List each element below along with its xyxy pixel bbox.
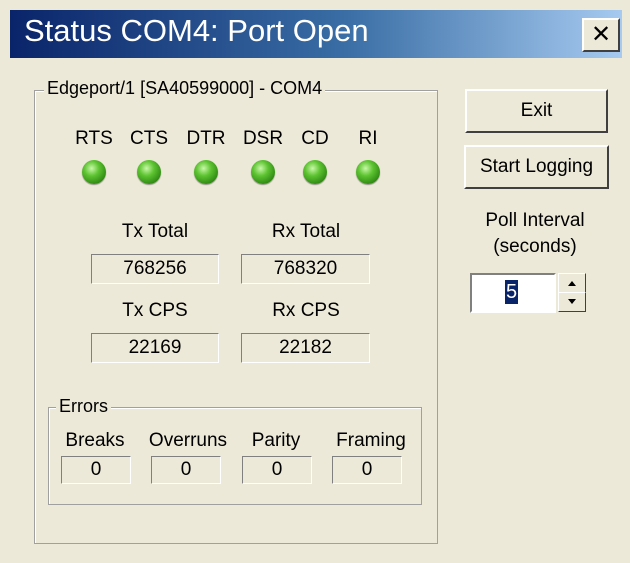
rx-cps-value: 22182 bbox=[241, 333, 370, 363]
title-bar[interactable]: Status COM4: Port Open ✕ bbox=[10, 10, 622, 58]
dsr-led-icon bbox=[251, 160, 275, 184]
dialog-content: Edgeport/1 [SA40599000] - COM4 RTS CTS D… bbox=[10, 58, 622, 563]
ri-led-icon bbox=[356, 160, 380, 184]
close-icon: ✕ bbox=[590, 21, 612, 48]
errors-group-legend: Errors bbox=[56, 396, 111, 417]
poll-interval-unit-label: (seconds) bbox=[493, 236, 577, 257]
signal-label-dtr: DTR bbox=[186, 128, 226, 149]
signal-label-rts: RTS bbox=[75, 128, 113, 149]
port-group-legend: Edgeport/1 [SA40599000] - COM4 bbox=[44, 78, 326, 99]
parity-label: Parity bbox=[251, 430, 301, 451]
framing-value: 0 bbox=[332, 456, 402, 484]
window-title: Status COM4: Port Open bbox=[24, 13, 369, 48]
tx-total-value: 768256 bbox=[91, 254, 219, 284]
spin-up-button[interactable] bbox=[558, 273, 586, 293]
breaks-value: 0 bbox=[61, 456, 131, 484]
rx-total-value: 768320 bbox=[241, 254, 370, 284]
rx-cps-label: Rx CPS bbox=[272, 300, 340, 321]
parity-value: 0 bbox=[242, 456, 312, 484]
dtr-led-icon bbox=[194, 160, 218, 184]
rts-led-icon bbox=[82, 160, 106, 184]
signal-label-cts: CTS bbox=[130, 128, 168, 149]
status-window: Status COM4: Port Open ✕ Edgeport/1 [SA4… bbox=[0, 0, 630, 563]
start-logging-button[interactable]: Start Logging bbox=[464, 145, 609, 189]
spin-down-icon bbox=[568, 299, 576, 304]
poll-interval-input[interactable]: 5 bbox=[470, 273, 556, 313]
close-button[interactable]: ✕ bbox=[582, 18, 620, 52]
exit-button[interactable]: Exit bbox=[465, 89, 608, 133]
overruns-label: Overruns bbox=[148, 430, 228, 451]
signal-label-ri: RI bbox=[358, 128, 378, 149]
signal-label-dsr: DSR bbox=[242, 128, 284, 149]
tx-total-label: Tx Total bbox=[121, 221, 189, 242]
rx-total-label: Rx Total bbox=[271, 221, 341, 242]
poll-interval-label: Poll Interval bbox=[485, 210, 585, 231]
overruns-value: 0 bbox=[151, 456, 221, 484]
tx-cps-label: Tx CPS bbox=[122, 300, 188, 321]
poll-interval-value: 5 bbox=[505, 280, 519, 304]
cd-led-icon bbox=[303, 160, 327, 184]
spin-up-icon bbox=[568, 281, 576, 286]
tx-cps-value: 22169 bbox=[91, 333, 219, 363]
spin-down-button[interactable] bbox=[558, 292, 586, 312]
framing-label: Framing bbox=[336, 430, 406, 451]
breaks-label: Breaks bbox=[65, 430, 125, 451]
signal-label-cd: CD bbox=[301, 128, 329, 149]
cts-led-icon bbox=[137, 160, 161, 184]
